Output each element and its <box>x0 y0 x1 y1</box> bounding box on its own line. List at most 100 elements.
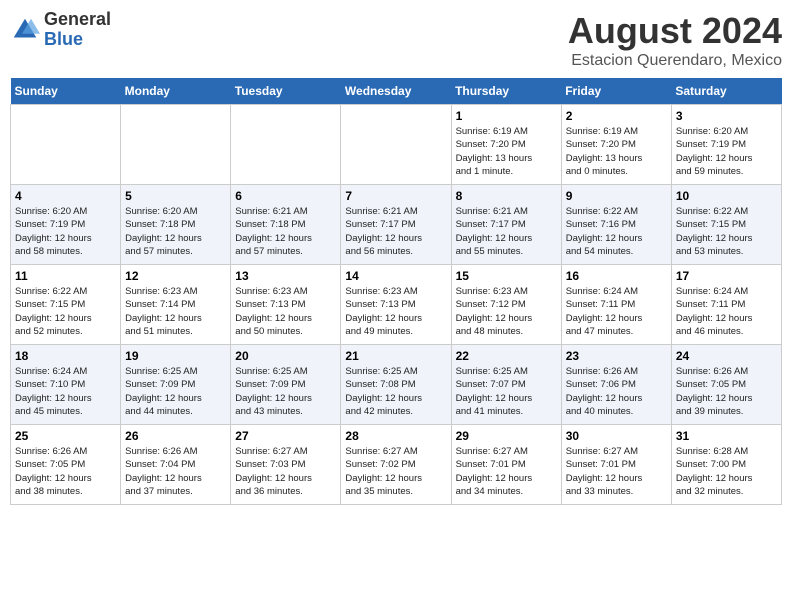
calendar-cell: 22Sunrise: 6:25 AM Sunset: 7:07 PM Dayli… <box>451 345 561 425</box>
logo: General Blue <box>10 10 111 50</box>
subtitle: Estacion Querendaro, Mexico <box>568 52 782 70</box>
calendar-cell: 17Sunrise: 6:24 AM Sunset: 7:11 PM Dayli… <box>671 265 781 345</box>
day-info: Sunrise: 6:22 AM Sunset: 7:15 PM Dayligh… <box>15 285 116 338</box>
day-number: 6 <box>235 189 336 203</box>
day-info: Sunrise: 6:20 AM Sunset: 7:19 PM Dayligh… <box>676 125 777 178</box>
day-header-saturday: Saturday <box>671 78 781 105</box>
day-info: Sunrise: 6:25 AM Sunset: 7:09 PM Dayligh… <box>235 365 336 418</box>
day-info: Sunrise: 6:27 AM Sunset: 7:01 PM Dayligh… <box>566 445 667 498</box>
day-info: Sunrise: 6:23 AM Sunset: 7:13 PM Dayligh… <box>345 285 446 338</box>
calendar-week-5: 25 Sunrise: 6:26 AM Sunset: 7:05 PM Dayli… <box>11 425 782 505</box>
day-number: 27 <box>235 429 336 443</box>
calendar-cell: 26Sunrise: 6:26 AM Sunset: 7:04 PM Dayli… <box>121 425 231 505</box>
day-info: Sunrise: 6:19 AM Sunset: 7:20 PM Dayligh… <box>456 125 557 178</box>
day-info: Sunrise: 6:23 AM Sunset: 7:13 PM Dayligh… <box>235 285 336 338</box>
calendar-cell: 2 Sunrise: 6:19 AM Sunset: 7:20 PM Daylig… <box>561 105 671 185</box>
day-number: 7 <box>345 189 446 203</box>
day-info: Sunrise: 6:20 AM Sunset: 7:19 PM Dayligh… <box>15 205 116 258</box>
day-info: Sunrise: 6:21 AM Sunset: 7:18 PM Dayligh… <box>235 205 336 258</box>
day-header-sunday: Sunday <box>11 78 121 105</box>
calendar-cell: 9Sunrise: 6:22 AM Sunset: 7:16 PM Daylig… <box>561 185 671 265</box>
day-number: 14 <box>345 269 446 283</box>
day-info: Sunrise: 6:26 AM Sunset: 7:04 PM Dayligh… <box>125 445 226 498</box>
day-number: 10 <box>676 189 777 203</box>
calendar-cell: 15 Sunrise: 6:23 AM Sunset: 7:12 PM Dayli… <box>451 265 561 345</box>
calendar-week-3: 11 Sunrise: 6:22 AM Sunset: 7:15 PM Dayli… <box>11 265 782 345</box>
calendar-cell: 5Sunrise: 6:20 AM Sunset: 7:18 PM Daylig… <box>121 185 231 265</box>
calendar-cell: 6 Sunrise: 6:21 AM Sunset: 7:18 PM Daylig… <box>231 185 341 265</box>
day-info: Sunrise: 6:25 AM Sunset: 7:08 PM Dayligh… <box>345 365 446 418</box>
day-number: 15 <box>456 269 557 283</box>
calendar-cell: 25 Sunrise: 6:26 AM Sunset: 7:05 PM Dayli… <box>11 425 121 505</box>
calendar-cell: 27 Sunrise: 6:27 AM Sunset: 7:03 PM Dayli… <box>231 425 341 505</box>
day-info: Sunrise: 6:26 AM Sunset: 7:05 PM Dayligh… <box>15 445 116 498</box>
day-number: 8 <box>456 189 557 203</box>
calendar-cell: 1Sunrise: 6:19 AM Sunset: 7:20 PM Daylig… <box>451 105 561 185</box>
day-info: Sunrise: 6:21 AM Sunset: 7:17 PM Dayligh… <box>456 205 557 258</box>
day-number: 16 <box>566 269 667 283</box>
day-info: Sunrise: 6:27 AM Sunset: 7:01 PM Dayligh… <box>456 445 557 498</box>
day-number: 30 <box>566 429 667 443</box>
day-number: 23 <box>566 349 667 363</box>
calendar-cell: 21Sunrise: 6:25 AM Sunset: 7:08 PM Dayli… <box>341 345 451 425</box>
day-info: Sunrise: 6:25 AM Sunset: 7:09 PM Dayligh… <box>125 365 226 418</box>
day-number: 13 <box>235 269 336 283</box>
calendar-cell: 20 Sunrise: 6:25 AM Sunset: 7:09 PM Dayli… <box>231 345 341 425</box>
day-info: Sunrise: 6:23 AM Sunset: 7:14 PM Dayligh… <box>125 285 226 338</box>
logo-icon <box>10 15 40 45</box>
day-info: Sunrise: 6:19 AM Sunset: 7:20 PM Dayligh… <box>566 125 667 178</box>
day-info: Sunrise: 6:26 AM Sunset: 7:05 PM Dayligh… <box>676 365 777 418</box>
calendar-cell: 28Sunrise: 6:27 AM Sunset: 7:02 PM Dayli… <box>341 425 451 505</box>
calendar-cell: 30 Sunrise: 6:27 AM Sunset: 7:01 PM Dayli… <box>561 425 671 505</box>
logo-general-text: General <box>44 10 111 30</box>
calendar-cell: 18Sunrise: 6:24 AM Sunset: 7:10 PM Dayli… <box>11 345 121 425</box>
logo-text: General Blue <box>44 10 111 50</box>
calendar-cell <box>231 105 341 185</box>
day-number: 19 <box>125 349 226 363</box>
calendar-cell: 3Sunrise: 6:20 AM Sunset: 7:19 PM Daylig… <box>671 105 781 185</box>
calendar-cell: 10 Sunrise: 6:22 AM Sunset: 7:15 PM Dayli… <box>671 185 781 265</box>
day-number: 31 <box>676 429 777 443</box>
day-info: Sunrise: 6:24 AM Sunset: 7:11 PM Dayligh… <box>566 285 667 338</box>
day-info: Sunrise: 6:23 AM Sunset: 7:12 PM Dayligh… <box>456 285 557 338</box>
calendar-cell: 31 Sunrise: 6:28 AM Sunset: 7:00 PM Dayli… <box>671 425 781 505</box>
calendar-cell: 12Sunrise: 6:23 AM Sunset: 7:14 PM Dayli… <box>121 265 231 345</box>
calendar-week-1: 1Sunrise: 6:19 AM Sunset: 7:20 PM Daylig… <box>11 105 782 185</box>
calendar-cell: 19 Sunrise: 6:25 AM Sunset: 7:09 PM Dayli… <box>121 345 231 425</box>
calendar-cell: 16 Sunrise: 6:24 AM Sunset: 7:11 PM Dayli… <box>561 265 671 345</box>
day-header-wednesday: Wednesday <box>341 78 451 105</box>
calendar-cell: 8 Sunrise: 6:21 AM Sunset: 7:17 PM Daylig… <box>451 185 561 265</box>
main-title: August 2024 <box>568 10 782 52</box>
day-info: Sunrise: 6:22 AM Sunset: 7:16 PM Dayligh… <box>566 205 667 258</box>
day-number: 25 <box>15 429 116 443</box>
calendar-cell: 29Sunrise: 6:27 AM Sunset: 7:01 PM Dayli… <box>451 425 561 505</box>
header: General Blue August 2024 Estacion Queren… <box>10 10 782 70</box>
day-number: 11 <box>15 269 116 283</box>
day-info: Sunrise: 6:27 AM Sunset: 7:03 PM Dayligh… <box>235 445 336 498</box>
calendar-cell: 24 Sunrise: 6:26 AM Sunset: 7:05 PM Dayli… <box>671 345 781 425</box>
calendar-cell: 13 Sunrise: 6:23 AM Sunset: 7:13 PM Dayli… <box>231 265 341 345</box>
day-info: Sunrise: 6:22 AM Sunset: 7:15 PM Dayligh… <box>676 205 777 258</box>
calendar-table: SundayMondayTuesdayWednesdayThursdayFrid… <box>10 78 782 505</box>
day-info: Sunrise: 6:28 AM Sunset: 7:00 PM Dayligh… <box>676 445 777 498</box>
day-number: 2 <box>566 109 667 123</box>
day-number: 5 <box>125 189 226 203</box>
day-info: Sunrise: 6:27 AM Sunset: 7:02 PM Dayligh… <box>345 445 446 498</box>
day-number: 22 <box>456 349 557 363</box>
calendar-cell <box>11 105 121 185</box>
day-info: Sunrise: 6:26 AM Sunset: 7:06 PM Dayligh… <box>566 365 667 418</box>
calendar-cell: 23 Sunrise: 6:26 AM Sunset: 7:06 PM Dayli… <box>561 345 671 425</box>
title-area: August 2024 Estacion Querendaro, Mexico <box>568 10 782 70</box>
day-number: 24 <box>676 349 777 363</box>
calendar-cell <box>341 105 451 185</box>
day-info: Sunrise: 6:24 AM Sunset: 7:10 PM Dayligh… <box>15 365 116 418</box>
header-row: SundayMondayTuesdayWednesdayThursdayFrid… <box>11 78 782 105</box>
day-header-friday: Friday <box>561 78 671 105</box>
calendar-cell: 14 Sunrise: 6:23 AM Sunset: 7:13 PM Dayli… <box>341 265 451 345</box>
day-info: Sunrise: 6:24 AM Sunset: 7:11 PM Dayligh… <box>676 285 777 338</box>
calendar-week-4: 18Sunrise: 6:24 AM Sunset: 7:10 PM Dayli… <box>11 345 782 425</box>
day-number: 20 <box>235 349 336 363</box>
calendar-week-2: 4Sunrise: 6:20 AM Sunset: 7:19 PM Daylig… <box>11 185 782 265</box>
calendar-cell: 11 Sunrise: 6:22 AM Sunset: 7:15 PM Dayli… <box>11 265 121 345</box>
day-info: Sunrise: 6:21 AM Sunset: 7:17 PM Dayligh… <box>345 205 446 258</box>
